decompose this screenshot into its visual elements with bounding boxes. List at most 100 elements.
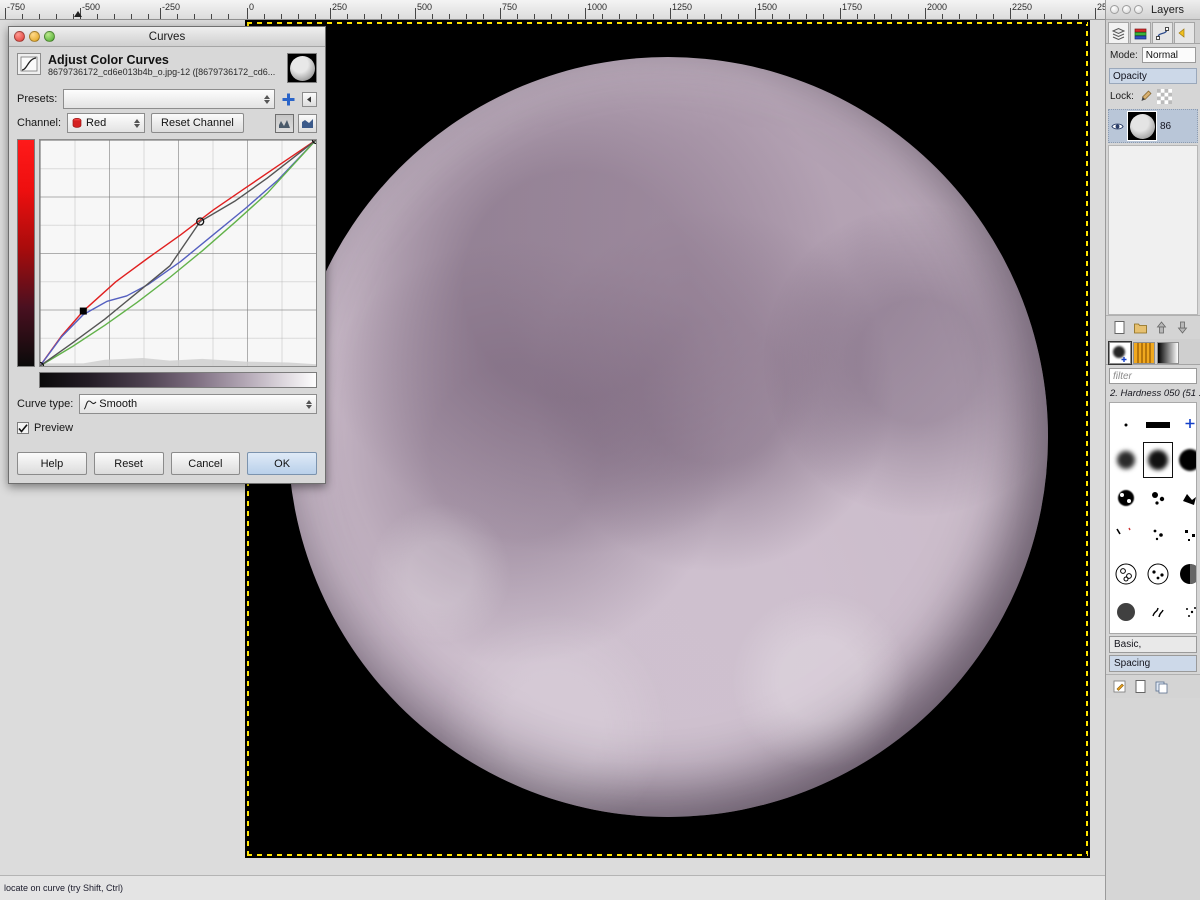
ok-button[interactable]: OK (247, 452, 317, 475)
brush-item[interactable] (1174, 403, 1196, 441)
raise-layer-icon[interactable] (1154, 320, 1169, 335)
preset-menu-button[interactable] (302, 91, 317, 107)
brush-item[interactable] (1142, 517, 1174, 555)
curves-dialog[interactable]: Curves Adjust Color Curves 8679736172_cd… (8, 26, 326, 484)
brush-item[interactable] (1110, 479, 1142, 517)
new-brush-icon[interactable] (1133, 679, 1148, 694)
gradients-tab[interactable] (1157, 342, 1179, 364)
layer-list-item[interactable]: 86 (1108, 109, 1198, 143)
status-bar: locate on curve (try Shift, Ctrl) (0, 875, 1200, 900)
channel-spinner[interactable] (134, 118, 141, 128)
opacity-slider[interactable]: Opacity (1109, 68, 1197, 84)
dock-zoom-button[interactable] (1134, 5, 1143, 14)
duplicate-brush-icon[interactable] (1154, 679, 1169, 694)
reset-button[interactable]: Reset (93, 452, 164, 475)
dialog-titlebar[interactable]: Curves (9, 27, 325, 47)
presets-select[interactable] (63, 89, 275, 109)
mode-select[interactable]: Normal (1141, 47, 1196, 63)
paintbrush-icon[interactable] (1138, 89, 1153, 104)
ruler-tick (1010, 8, 1011, 19)
brush-item[interactable] (1142, 555, 1174, 593)
brushes-tab[interactable] (1108, 341, 1132, 365)
alpha-checker-icon[interactable] (1156, 89, 1172, 104)
paths-tab[interactable] (1152, 22, 1173, 43)
lower-layer-icon[interactable] (1175, 320, 1190, 335)
presets-row[interactable]: Presets: (9, 87, 325, 111)
new-layer-icon[interactable] (1112, 320, 1127, 335)
help-button[interactable]: Help (17, 452, 87, 475)
curve-control-point[interactable] (79, 307, 87, 315)
brush-item[interactable] (1142, 593, 1174, 631)
curve-type-spinner[interactable] (306, 399, 313, 409)
brush-item[interactable] (1110, 441, 1142, 479)
reset-channel-button[interactable]: Reset Channel (151, 113, 244, 133)
ruler-tick (755, 8, 756, 19)
dock-minimize-button[interactable] (1122, 5, 1131, 14)
dialog-buttons[interactable]: Help Reset Cancel OK (17, 452, 317, 475)
brush-grid[interactable] (1109, 402, 1197, 634)
layers-dock-titlebar[interactable]: Layers (1106, 0, 1200, 20)
channel-select[interactable]: Red (67, 113, 146, 133)
preview-checkbox[interactable] (17, 422, 29, 434)
brush-item[interactable] (1142, 631, 1174, 633)
brush-item[interactable] (1110, 403, 1142, 441)
curve-plot[interactable] (39, 139, 317, 367)
patterns-tab[interactable] (1133, 342, 1155, 364)
brush-item-selected[interactable] (1142, 441, 1174, 479)
brush-item[interactable] (1174, 517, 1196, 555)
ruler-minor-tick (772, 14, 773, 19)
channels-tab[interactable] (1130, 22, 1151, 43)
lock-row[interactable]: Lock: (1106, 86, 1200, 107)
curve-control-point[interactable] (196, 217, 205, 226)
dock-close-button[interactable] (1110, 5, 1119, 14)
curve-type-select[interactable]: Smooth (79, 394, 317, 414)
curve-control-point[interactable] (40, 361, 45, 367)
layer-mode-row[interactable]: Mode: Normal (1106, 44, 1200, 66)
plus-icon[interactable] (281, 92, 296, 107)
brush-tag-basic[interactable]: Basic, (1109, 636, 1197, 653)
ruler-minor-tick (976, 14, 977, 19)
ruler-tick (330, 8, 331, 19)
histogram-linear-button[interactable] (275, 113, 294, 133)
curve-points[interactable] (40, 140, 316, 366)
undo-history-tab[interactable] (1174, 22, 1195, 43)
brush-item[interactable] (1110, 631, 1142, 633)
curve-control-point[interactable] (311, 140, 317, 145)
layer-name: 86 (1160, 120, 1172, 132)
brushes-toolbar[interactable] (1106, 674, 1200, 698)
layers-tab[interactable] (1108, 22, 1129, 43)
edit-brush-icon[interactable] (1112, 679, 1127, 694)
brush-item[interactable] (1142, 479, 1174, 517)
ruler-label: 1250 (672, 2, 693, 12)
brush-item[interactable] (1174, 441, 1196, 479)
channels-books-icon (1134, 28, 1147, 39)
brush-item[interactable] (1174, 555, 1196, 593)
presets-spinner[interactable] (264, 94, 271, 104)
layers-dock-tabs[interactable] (1106, 20, 1200, 44)
curve-graph-area[interactable] (9, 135, 325, 367)
histogram-log-button[interactable] (298, 113, 317, 133)
brush-item[interactable] (1174, 479, 1196, 517)
new-group-icon[interactable] (1133, 320, 1148, 335)
channel-row[interactable]: Channel: Red Reset Channel (9, 111, 325, 135)
ruler-label: -250 (162, 2, 181, 12)
brush-item[interactable] (1110, 517, 1142, 555)
layer-list-empty-space[interactable] (1108, 145, 1198, 315)
cancel-button[interactable]: Cancel (170, 452, 241, 475)
ruler-minor-tick (56, 14, 57, 19)
preview-row[interactable]: Preview (9, 416, 325, 436)
brush-item[interactable] (1142, 403, 1174, 441)
brush-item[interactable] (1110, 555, 1142, 593)
brush-item[interactable] (1174, 631, 1196, 633)
brush-spacing-slider[interactable]: Spacing (1109, 655, 1197, 672)
layers-toolbar[interactable] (1106, 315, 1200, 339)
brush-filter-input[interactable]: filter (1109, 368, 1197, 384)
ruler-minor-tick (148, 14, 149, 19)
brush-item[interactable] (1110, 593, 1142, 631)
image-canvas[interactable] (249, 24, 1086, 854)
curve-type-row[interactable]: Curve type: Smooth (9, 388, 325, 416)
eye-visibility-icon[interactable] (1111, 121, 1124, 132)
horizontal-ruler[interactable]: -750 -500 -250 0 250 500 750 1000 1250 1500 1750 20… (0, 0, 1200, 20)
brushes-dock-tabs[interactable] (1106, 339, 1200, 365)
brush-item[interactable] (1174, 593, 1196, 631)
